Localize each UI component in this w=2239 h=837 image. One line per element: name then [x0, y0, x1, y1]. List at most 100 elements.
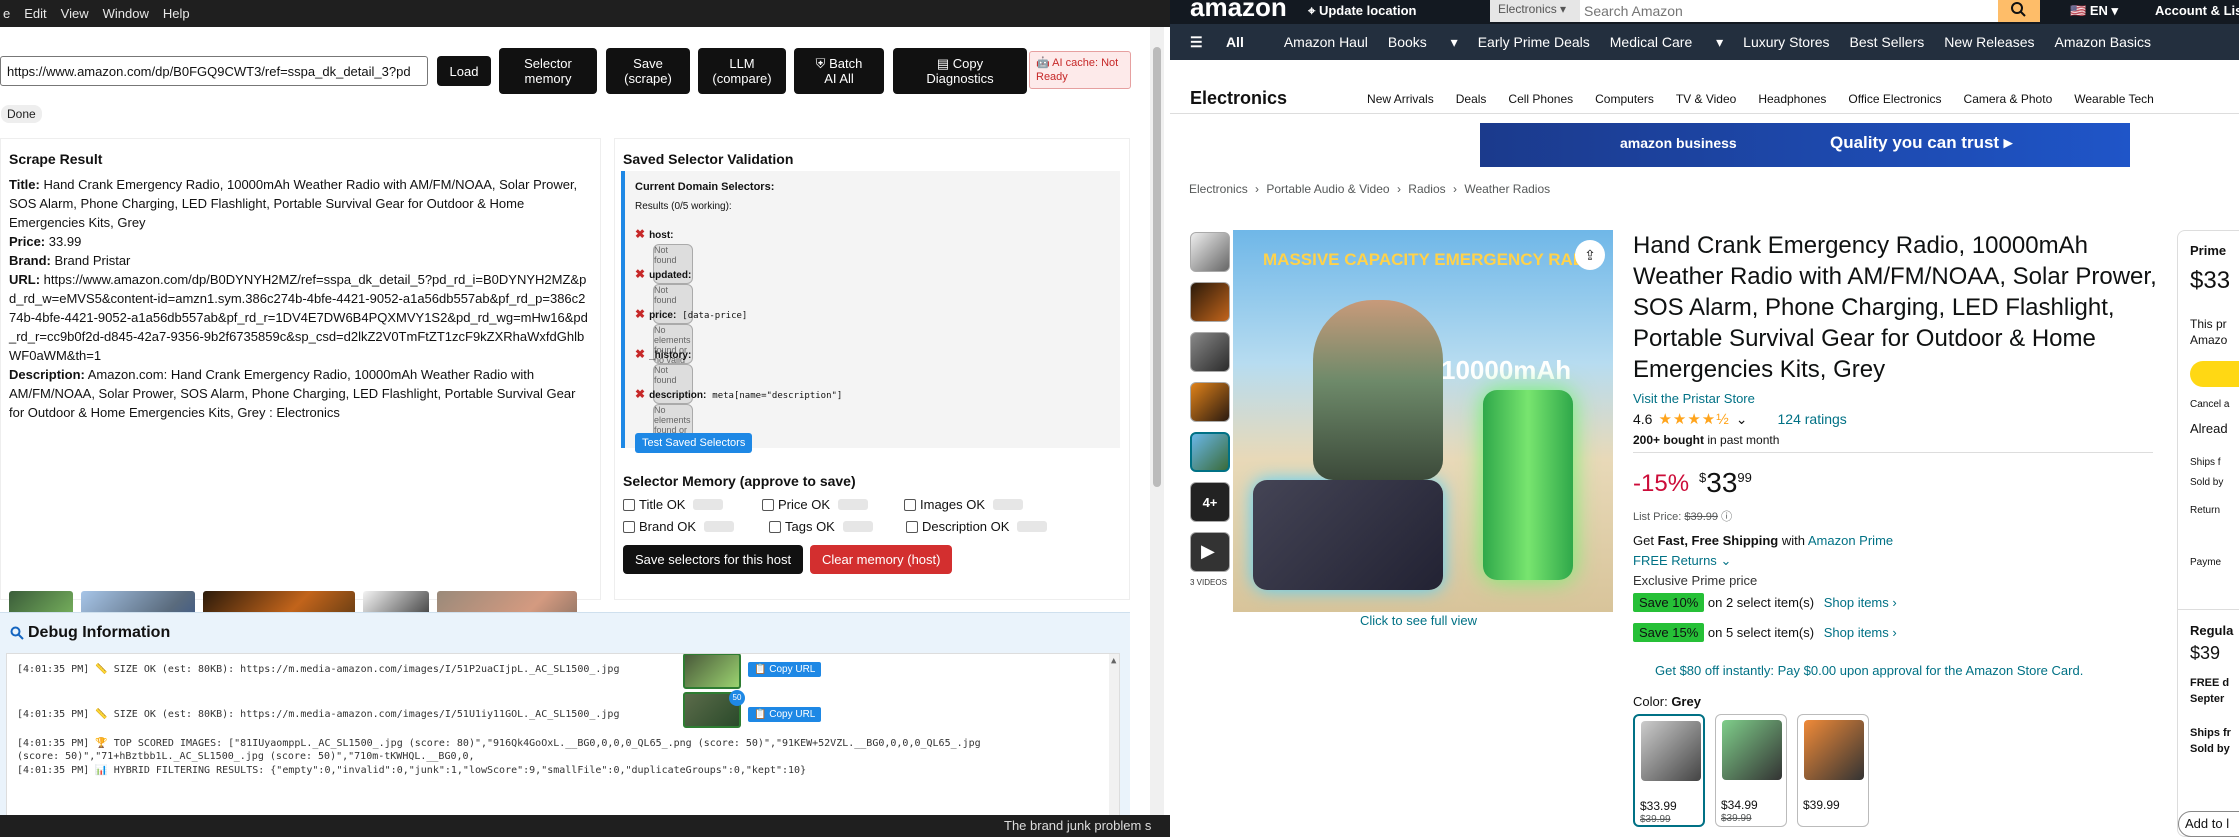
nav-early-prime-deals[interactable]: Early Prime Deals	[1478, 34, 1590, 50]
search-button[interactable]	[1998, 0, 2040, 22]
color-swatch-green[interactable]: $34.99 $39.99	[1715, 714, 1787, 827]
price-ok-checkbox[interactable]: Price OK	[762, 497, 869, 512]
color-swatch-orange[interactable]: $39.99	[1797, 714, 1869, 827]
subnav-headphones[interactable]: Headphones	[1758, 92, 1826, 106]
url-label: URL:	[9, 272, 41, 287]
exclusive-prime-price: Exclusive Prime price	[1633, 573, 1758, 588]
title-ok-checkbox[interactable]: Title OK	[623, 497, 724, 512]
share-icon[interactable]: ⇪	[1575, 240, 1605, 270]
search-category[interactable]: Electronics ▾	[1490, 0, 1580, 22]
bottom-bar: The brand junk problem s	[0, 815, 1170, 837]
buybox-regular[interactable]: Regula	[2190, 623, 2233, 638]
tags-ok-checkbox[interactable]: Tags OK	[769, 519, 873, 534]
color-swatch-grey[interactable]: $33.99 $39.99	[1633, 714, 1705, 827]
copy-url-button[interactable]: 📋 Copy URL	[748, 662, 822, 677]
checkbox-box[interactable]	[769, 520, 781, 533]
nav-new-releases[interactable]: New Releases	[1944, 34, 2034, 50]
video-thumbnail[interactable]: ▶	[1190, 532, 1230, 572]
menu-edit[interactable]: Edit	[24, 6, 46, 21]
selector-memory-button[interactable]: Selector memory	[499, 48, 597, 94]
current-selectors-box: Current Domain Selectors: Results (0/5 w…	[621, 171, 1120, 453]
subnav-office-electronics[interactable]: Office Electronics	[1848, 92, 1941, 106]
click-full-view-link[interactable]: Click to see full view	[1360, 613, 1477, 628]
amazon-business-banner[interactable]: amazon business Quality you can trust ▸	[1480, 123, 2130, 167]
store-link[interactable]: Visit the Pristar Store	[1633, 391, 1755, 406]
chevron-down-icon[interactable]: ⌄	[1736, 411, 1748, 428]
url-input[interactable]	[0, 56, 428, 86]
shop-items-link[interactable]: Shop items ›	[1824, 625, 1897, 640]
page-scrollbar[interactable]	[1150, 27, 1164, 837]
checkbox-box[interactable]	[623, 498, 635, 511]
nav-amazon-basics[interactable]: Amazon Basics	[2055, 34, 2151, 50]
shield-icon: ⛨	[815, 56, 826, 71]
image-thumbnail[interactable]	[1190, 232, 1230, 272]
location-selector[interactable]: ⌖ Update location	[1308, 3, 1416, 19]
checkbox-box[interactable]	[623, 520, 635, 533]
nav-best-sellers[interactable]: Best Sellers	[1850, 34, 1925, 50]
more-images-button[interactable]: 4+	[1190, 482, 1230, 522]
copy-diagnostics-button[interactable]: ▤ Copy Diagnostics	[893, 48, 1027, 94]
scroll-up-icon[interactable]: ▲	[1111, 656, 1116, 666]
description-ok-checkbox[interactable]: Description OK	[906, 519, 1048, 534]
llm-compare-button[interactable]: LLM (compare)	[698, 48, 786, 94]
crumb-portable-audio[interactable]: Portable Audio & Video	[1266, 182, 1389, 196]
test-saved-selectors-button[interactable]: Test Saved Selectors	[635, 433, 753, 453]
amazon-prime-link[interactable]: Amazon Prime	[1808, 533, 1893, 548]
scrollbar-thumb[interactable]	[1153, 47, 1161, 487]
batch-ai-button[interactable]: ⛨ Batch AI All	[794, 48, 884, 94]
menu-file[interactable]: e	[3, 6, 10, 21]
shop-items-link[interactable]: Shop items ›	[1824, 595, 1897, 610]
ratings-count-link[interactable]: 124 ratings	[1778, 411, 1847, 427]
nav-luxury-stores[interactable]: Luxury Stores	[1743, 34, 1829, 50]
clear-memory-button[interactable]: Clear memory (host)	[810, 545, 953, 574]
amazon-logo[interactable]: amazon	[1190, 0, 1287, 23]
rating-value: 4.6	[1633, 411, 1653, 427]
search-input[interactable]	[1584, 0, 1984, 22]
account-lists[interactable]: Account & Lists	[2155, 3, 2239, 18]
nav-medical-care[interactable]: Medical Care ▾	[1610, 34, 1723, 51]
load-button[interactable]: Load	[437, 56, 491, 86]
subnav-deals[interactable]: Deals	[1456, 92, 1487, 106]
crumb-radios[interactable]: Radios	[1408, 182, 1445, 196]
menu-window[interactable]: Window	[103, 6, 149, 21]
copy-url-button[interactable]: 📋 Copy URL	[748, 707, 822, 722]
subnav-tv-video[interactable]: TV & Video	[1676, 92, 1736, 106]
image-thumbnail[interactable]	[1190, 282, 1230, 322]
log-scrollbar[interactable]: ▲	[1109, 654, 1119, 837]
checkbox-box[interactable]	[906, 520, 918, 533]
fast-free-label: Fast, Free Shipping	[1657, 533, 1779, 548]
images-ok-checkbox[interactable]: Images OK	[904, 497, 1024, 512]
nav-books[interactable]: Books ▾	[1388, 34, 1458, 51]
image-thumbnail[interactable]	[1190, 332, 1230, 372]
subnav-computers[interactable]: Computers	[1595, 92, 1654, 106]
subnav-new-arrivals[interactable]: New Arrivals	[1367, 92, 1434, 106]
menu-help[interactable]: Help	[163, 6, 190, 21]
save-selectors-button[interactable]: Save selectors for this host	[623, 545, 804, 574]
main-product-image[interactable]: MASSIVE CAPACITY EMERGENCY RADI 10000mAh…	[1233, 230, 1613, 612]
nav-all[interactable]: ☰ All	[1190, 34, 1264, 51]
image-thumbnail[interactable]	[1190, 382, 1230, 422]
subnav-cell-phones[interactable]: Cell Phones	[1508, 92, 1573, 106]
brand-ok-label: Brand OK	[639, 519, 697, 534]
buybox-prime-button[interactable]	[2190, 361, 2239, 387]
info-icon[interactable]: ⓘ	[1721, 511, 1732, 523]
subnav-wearable-tech[interactable]: Wearable Tech	[2074, 92, 2154, 106]
crumb-electronics[interactable]: Electronics	[1189, 182, 1248, 196]
subnav-camera-photo[interactable]: Camera & Photo	[1964, 92, 2053, 106]
checkbox-box[interactable]	[904, 498, 916, 511]
nav-amazon-haul[interactable]: Amazon Haul	[1284, 34, 1368, 50]
buybox-prime[interactable]: Prime	[2190, 243, 2226, 258]
debug-log[interactable]: [4:01:35 PM] 📏 SIZE OK (est: 80KB): http…	[6, 653, 1120, 837]
save-scrape-button[interactable]: Save (scrape)	[606, 48, 690, 94]
store-card-offer[interactable]: Get $80 off instantly: Pay $0.00 upon ap…	[1655, 663, 2083, 678]
free-returns-link[interactable]: FREE Returns ⌄	[1633, 553, 1731, 569]
add-to-list-button[interactable]: Add to l	[2178, 811, 2239, 837]
star-rating-icon[interactable]: ★★★★½	[1658, 410, 1729, 428]
language-selector[interactable]: 🇺🇸 EN ▾	[2070, 3, 2118, 19]
menu-view[interactable]: View	[61, 6, 89, 21]
subnav-title[interactable]: Electronics	[1190, 88, 1287, 109]
brand-ok-checkbox[interactable]: Brand OK	[623, 519, 735, 534]
checkbox-box[interactable]	[762, 498, 774, 511]
crumb-weather-radios[interactable]: Weather Radios	[1464, 182, 1550, 196]
image-thumbnail-selected[interactable]	[1190, 432, 1230, 472]
